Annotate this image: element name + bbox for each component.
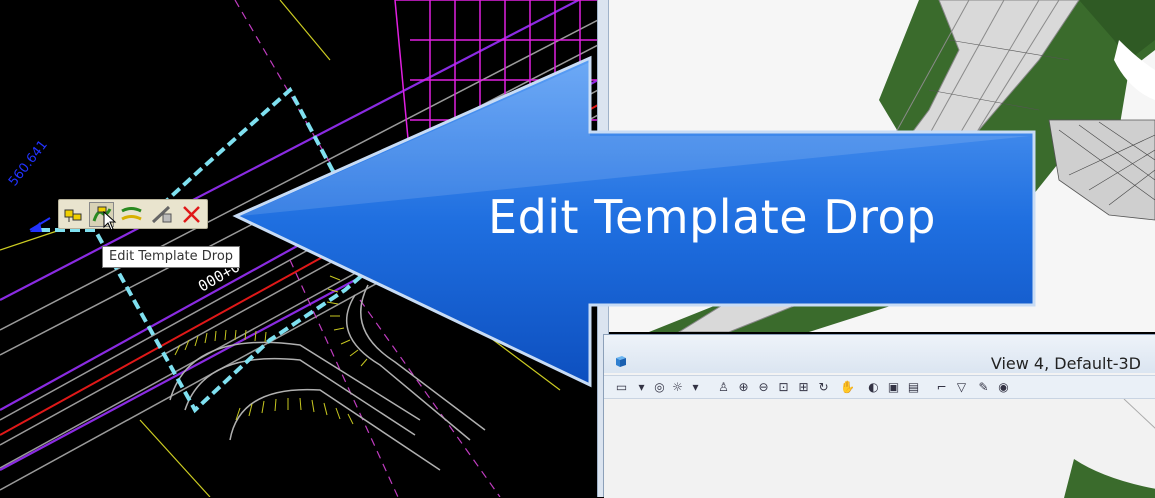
delete-button[interactable] bbox=[179, 202, 204, 227]
display-set-icon[interactable]: ◉ bbox=[996, 380, 1011, 395]
view-4-title: View 4, Default-3D bbox=[990, 354, 1141, 373]
view-previous-icon[interactable]: ◐ bbox=[866, 380, 881, 395]
view-4-titlebar[interactable]: View 4, Default-3D bbox=[604, 335, 1155, 373]
dropdown-arrow-icon[interactable]: ▾ bbox=[688, 380, 703, 395]
tooltip: Edit Template Drop bbox=[102, 246, 241, 268]
zoom-in-icon[interactable]: ⊕ bbox=[736, 380, 751, 395]
clip-mask-icon[interactable]: ▽ bbox=[954, 380, 969, 395]
camera-icon[interactable]: ✎ bbox=[976, 380, 991, 395]
copy-view-icon[interactable]: ▤ bbox=[906, 380, 921, 395]
view-3d-top[interactable] bbox=[609, 0, 1155, 332]
view-cube-icon bbox=[616, 356, 626, 367]
copy-template-drop-icon bbox=[121, 207, 142, 221]
window-area-icon[interactable]: ⊡ bbox=[776, 380, 791, 395]
view-attributes-icon[interactable]: ▭ bbox=[614, 380, 629, 395]
rotate-view-icon[interactable]: ↻ bbox=[816, 380, 831, 395]
zoom-out-icon[interactable]: ⊖ bbox=[756, 380, 771, 395]
template-drop-icon bbox=[64, 209, 82, 222]
template-drop-button[interactable] bbox=[61, 202, 86, 227]
fit-view-icon[interactable]: ⊞ bbox=[796, 380, 811, 395]
view-toolbar: ▭ ▾ ◎ ☼ ▾ ♙ ⊕ ⊖ ⊡ ⊞ ↻ ✋ ◐ ▣ ▤ ⌐ ▽ ✎ ◉ bbox=[604, 375, 1155, 399]
pan-view-icon[interactable]: ✋ bbox=[840, 380, 855, 395]
lighting-icon[interactable]: ☼ bbox=[670, 380, 685, 395]
dropdown-arrow-icon[interactable]: ▾ bbox=[634, 380, 649, 395]
view-next-icon[interactable]: ▣ bbox=[886, 380, 901, 395]
delete-icon bbox=[183, 206, 200, 223]
template-drop-popup-toolbar bbox=[58, 199, 208, 229]
mouse-cursor-icon bbox=[103, 211, 117, 231]
copy-template-drop-button[interactable] bbox=[119, 202, 144, 227]
plan-view[interactable] bbox=[0, 0, 598, 497]
display-style-icon[interactable]: ◎ bbox=[652, 380, 667, 395]
view-4-canvas[interactable] bbox=[604, 399, 1155, 498]
clip-volume-icon[interactable]: ⌐ bbox=[934, 380, 949, 395]
update-view-icon[interactable]: ♙ bbox=[716, 380, 731, 395]
transition-icon bbox=[151, 205, 172, 224]
callout-text: Edit Template Drop bbox=[488, 190, 936, 244]
view-4-window[interactable]: View 4, Default-3D ▭ ▾ ◎ ☼ ▾ ♙ ⊕ ⊖ ⊡ ⊞ ↻… bbox=[603, 334, 1155, 498]
transition-button[interactable] bbox=[149, 202, 174, 227]
